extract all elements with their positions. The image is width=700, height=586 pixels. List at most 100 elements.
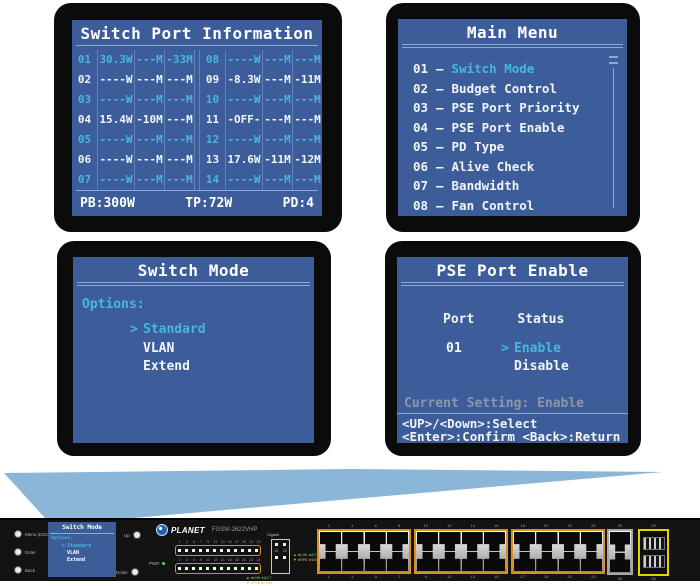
- option-row: VLAN: [73, 340, 314, 359]
- port-cell: ---M: [134, 90, 164, 110]
- option-row: >Standard: [73, 321, 314, 340]
- port-cell: ---M: [262, 130, 292, 150]
- scrollbar-thumb[interactable]: [609, 56, 618, 64]
- port-number: 5: [364, 574, 388, 580]
- port-cell: 14: [200, 170, 225, 190]
- page-title: Switch Port Information: [72, 20, 322, 45]
- sfp-slot: [643, 555, 665, 568]
- menu-item-dash: –: [436, 137, 444, 157]
- option-row: Extend: [73, 358, 314, 377]
- port-number: 6: [364, 523, 388, 529]
- port-cell: 30.3W: [97, 50, 134, 70]
- port-cell: ----W: [225, 170, 262, 190]
- menu-item-dash: –: [436, 98, 444, 118]
- port-number: 7: [388, 574, 412, 580]
- menu-item-dash: –: [436, 118, 444, 138]
- option-label: Disable: [514, 358, 569, 376]
- rj45-port: [365, 552, 386, 571]
- screen-main-menu: Main Menu 01–Switch Mode02–Budget Contro…: [398, 19, 627, 216]
- port-cell: -11M: [262, 150, 292, 170]
- port-number: 19: [535, 574, 559, 580]
- option-row: Disable: [501, 358, 569, 376]
- port-numbers-top: 2468: [317, 523, 411, 529]
- current-setting: Current Setting: Enable: [404, 396, 584, 411]
- menu-item-label: Switch Mode: [452, 59, 535, 79]
- rj45-port: [484, 552, 505, 571]
- port-header: Port: [443, 312, 474, 327]
- port-cell: ----W: [97, 170, 134, 190]
- menu-item-label: Budget Control: [452, 79, 557, 99]
- port-cell: ---M: [164, 150, 194, 170]
- rj45-port: [439, 532, 460, 551]
- rj45-port: [365, 532, 386, 551]
- menu-item-dash: –: [436, 157, 444, 177]
- port-cell: ---M: [292, 50, 322, 70]
- rj45-port: [559, 532, 580, 551]
- port-numbers-bottom: 1357: [317, 574, 411, 580]
- port-numbers-top: 10121416: [414, 523, 508, 529]
- port-cell: ---M: [262, 170, 292, 190]
- rj45-port: [536, 532, 557, 551]
- port-cell: 13: [200, 150, 225, 170]
- port-cell: ---M: [134, 170, 164, 190]
- title-divider: [77, 282, 310, 283]
- page-title: PSE Port Enable: [397, 257, 628, 282]
- port-cell: ----W: [97, 70, 134, 90]
- menu-item: 02–Budget Control: [413, 79, 627, 99]
- port-number: 12: [438, 523, 462, 529]
- rj45-port: [320, 552, 341, 571]
- scrollbar-track[interactable]: [613, 68, 614, 208]
- port-cell: -10M: [134, 110, 164, 130]
- menu-item: 05–PD Type: [413, 137, 627, 157]
- screen-port-info: Switch Port Information 0130.3W---M-33M0…: [72, 20, 322, 216]
- menu-item-number: 06: [413, 157, 430, 177]
- port-number: 4: [341, 523, 365, 529]
- port-cell: ----W: [225, 50, 262, 70]
- menu-item-number: 07: [413, 176, 430, 196]
- rj45-port: [417, 532, 438, 551]
- port-number: 21: [558, 574, 582, 580]
- rj45-port: [387, 532, 408, 551]
- port-cell: 02: [72, 70, 97, 90]
- menu-item-number: 05: [413, 137, 430, 157]
- port-cell: 07: [72, 170, 97, 190]
- port-group: 1820222417192123: [511, 523, 605, 580]
- menu-item-label: Bandwidth: [452, 176, 520, 196]
- options-label: Options:: [82, 297, 314, 312]
- rj45-port: [417, 552, 438, 571]
- port-number: 2: [317, 523, 341, 529]
- port-cell: 17.6W: [225, 150, 262, 170]
- help-line-2: <Enter>:Confirm <Back>:Return: [402, 429, 620, 444]
- port-cell: 10: [200, 90, 225, 110]
- legend-line: ▼ ●PoE In-Use: [246, 581, 273, 586]
- tp-port-number-bottom: 26: [607, 576, 633, 581]
- menu-item-label: PSE Port Priority: [452, 98, 580, 118]
- port-group: 2468 1357: [317, 523, 411, 580]
- port-cell: ---M: [292, 130, 322, 150]
- port-cell: ----W: [97, 150, 134, 170]
- port-number: 1: [317, 574, 341, 580]
- port-groups: 246813571012141691113151820222417192123: [0, 520, 700, 581]
- port-cell: ----W: [97, 130, 134, 150]
- rj45-port: [387, 552, 408, 571]
- port-cell: ---M: [292, 170, 322, 190]
- sfp-slot-box: [638, 529, 669, 576]
- title-divider: [401, 282, 624, 283]
- rj45-port: [342, 552, 363, 571]
- rj45-port: [484, 532, 505, 551]
- rj45-port: [559, 552, 580, 571]
- port-cell: ---M: [134, 70, 164, 90]
- port-number: 10: [414, 523, 438, 529]
- help-divider: [397, 413, 628, 414]
- port-info-table: 0130.3W---M-33M08----W---M---M02----W---…: [72, 50, 322, 190]
- menu-item-dash: –: [436, 79, 444, 99]
- rj45-port: [536, 552, 557, 571]
- menu-item: 07–Bandwidth: [413, 176, 627, 196]
- power-budget: PB:300W: [80, 191, 135, 216]
- menu-item-number: 02: [413, 79, 430, 99]
- port-cell: 03: [72, 90, 97, 110]
- port-cell: 15.4W: [97, 110, 134, 130]
- rj45-port: [581, 532, 602, 551]
- rj45-port: [320, 532, 341, 551]
- port-number: 16: [485, 523, 509, 529]
